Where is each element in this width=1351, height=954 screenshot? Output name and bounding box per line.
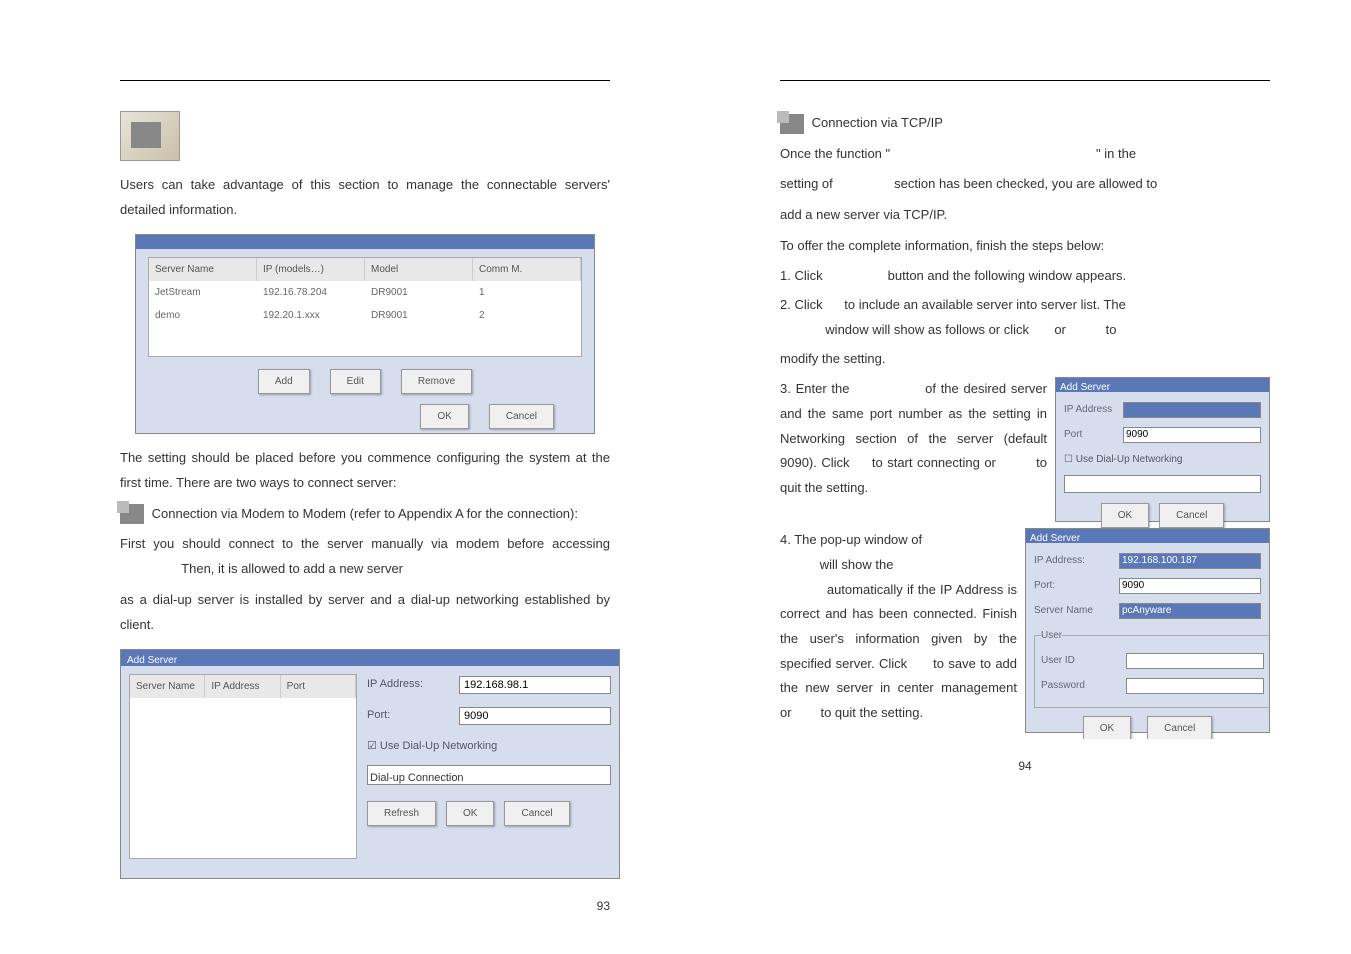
add-button[interactable]: Add bbox=[258, 369, 310, 394]
paragraph: To offer the complete information, finis… bbox=[780, 234, 1270, 259]
port-label: Port: bbox=[367, 705, 447, 726]
col-header: IP (models…) bbox=[257, 258, 365, 281]
add-server-screenshot: Add Server Server Name IP Address Port I… bbox=[120, 649, 620, 879]
paragraph: The setting should be placed before you … bbox=[120, 446, 610, 495]
add-server-small-screenshot: Add Server IP Address Port ☐ Use Dial-Up… bbox=[1055, 377, 1270, 522]
paragraph: as a dial-up server is installed by serv… bbox=[120, 588, 610, 637]
divider bbox=[120, 80, 610, 81]
window-titlebar: Add Server bbox=[1056, 378, 1269, 392]
cell: 2 bbox=[473, 304, 581, 327]
cancel-button[interactable]: Cancel bbox=[1147, 716, 1212, 739]
col-header: Comm M. bbox=[473, 258, 581, 281]
port-input[interactable] bbox=[1119, 578, 1261, 594]
password-label: Password bbox=[1041, 676, 1116, 695]
cell: demo bbox=[149, 304, 257, 327]
refresh-button[interactable]: Refresh bbox=[367, 801, 436, 826]
connection-icon bbox=[780, 114, 804, 134]
step-2: 2. Click to include an available server … bbox=[780, 293, 1270, 342]
page-93: Users can take advantage of this section… bbox=[100, 40, 630, 938]
window-titlebar bbox=[136, 235, 594, 249]
col-header: Model bbox=[365, 258, 473, 281]
paragraph: First you should connect to the server m… bbox=[120, 532, 610, 581]
cancel-button[interactable]: Cancel bbox=[489, 404, 554, 429]
dialup-checkbox[interactable]: ☑ Use Dial-Up Networking bbox=[367, 736, 611, 757]
password-input[interactable] bbox=[1126, 678, 1264, 694]
ip-label: IP Address bbox=[1064, 400, 1115, 419]
user-fieldset: User User ID Password bbox=[1034, 626, 1270, 708]
dialup-checkbox[interactable]: ☐ Use Dial-Up Networking bbox=[1064, 450, 1261, 469]
page-number: 94 bbox=[780, 755, 1270, 778]
remove-button[interactable]: Remove bbox=[401, 369, 472, 394]
col-header: Server Name bbox=[149, 258, 257, 281]
edit-button[interactable]: Edit bbox=[330, 369, 381, 394]
intro-paragraph: Users can take advantage of this section… bbox=[120, 173, 610, 222]
center-management-screenshot: Server Name IP (models…) Model Comm M. J… bbox=[135, 234, 595, 434]
text: Connection via TCP/IP bbox=[812, 115, 943, 130]
userid-label: User ID bbox=[1041, 651, 1116, 670]
cell: DR9001 bbox=[365, 304, 473, 327]
paragraph: Once the function " " in the bbox=[780, 142, 1270, 167]
cell: 192.20.1.xxx bbox=[257, 304, 365, 327]
col-header: Port bbox=[281, 675, 356, 698]
paragraph: setting of section has been checked, you… bbox=[780, 172, 1270, 197]
add-server-detail-screenshot: Add Server IP Address: Port: Server Name… bbox=[1025, 528, 1270, 733]
cancel-button[interactable]: Cancel bbox=[504, 801, 569, 826]
server-name-label: Server Name bbox=[1034, 601, 1109, 620]
window-titlebar: Add Server bbox=[1026, 529, 1269, 543]
col-header: IP Address bbox=[205, 675, 280, 698]
text: Connection via Modem to Modem (refer to … bbox=[152, 506, 578, 521]
userid-input[interactable] bbox=[1126, 653, 1264, 669]
ip-input[interactable] bbox=[459, 676, 611, 694]
ip-label: IP Address: bbox=[1034, 551, 1109, 570]
dialup-combo[interactable]: Dial-up Connection bbox=[367, 765, 611, 785]
cell: DR9001 bbox=[365, 281, 473, 304]
ok-button[interactable]: OK bbox=[420, 404, 468, 429]
cell: 192.16.78.204 bbox=[257, 281, 365, 304]
port-input[interactable] bbox=[459, 707, 611, 725]
port-label: Port bbox=[1064, 425, 1115, 444]
page-number: 93 bbox=[120, 895, 610, 918]
page-94: Connection via TCP/IP Once the function … bbox=[760, 40, 1290, 798]
cell: JetStream bbox=[149, 281, 257, 304]
paragraph: Connection via TCP/IP bbox=[780, 111, 1270, 136]
ip-input[interactable] bbox=[1119, 553, 1261, 569]
ok-button[interactable]: OK bbox=[1101, 503, 1149, 528]
ip-input[interactable] bbox=[1123, 402, 1261, 418]
section-icon bbox=[120, 111, 180, 161]
col-header: Server Name bbox=[130, 675, 205, 698]
dialup-combo[interactable] bbox=[1064, 475, 1261, 493]
cancel-button[interactable]: Cancel bbox=[1159, 503, 1224, 528]
ip-label: IP Address: bbox=[367, 674, 447, 695]
ok-button[interactable]: OK bbox=[446, 801, 494, 826]
connection-icon bbox=[120, 504, 144, 524]
paragraph: Connection via Modem to Modem (refer to … bbox=[120, 502, 610, 527]
port-input[interactable] bbox=[1123, 427, 1261, 443]
step-1: 1. Click button and the following window… bbox=[780, 264, 1270, 289]
paragraph: modify the setting. bbox=[780, 347, 1270, 372]
server-name-input[interactable] bbox=[1119, 603, 1261, 619]
user-legend: User bbox=[1041, 626, 1062, 645]
window-titlebar: Add Server bbox=[121, 650, 619, 666]
server-list: Server Name IP (models…) Model Comm M. J… bbox=[148, 257, 582, 357]
ok-button[interactable]: OK bbox=[1083, 716, 1131, 739]
port-label: Port: bbox=[1034, 576, 1109, 595]
paragraph: add a new server via TCP/IP. bbox=[780, 203, 1270, 228]
cell: 1 bbox=[473, 281, 581, 304]
divider bbox=[780, 80, 1270, 81]
